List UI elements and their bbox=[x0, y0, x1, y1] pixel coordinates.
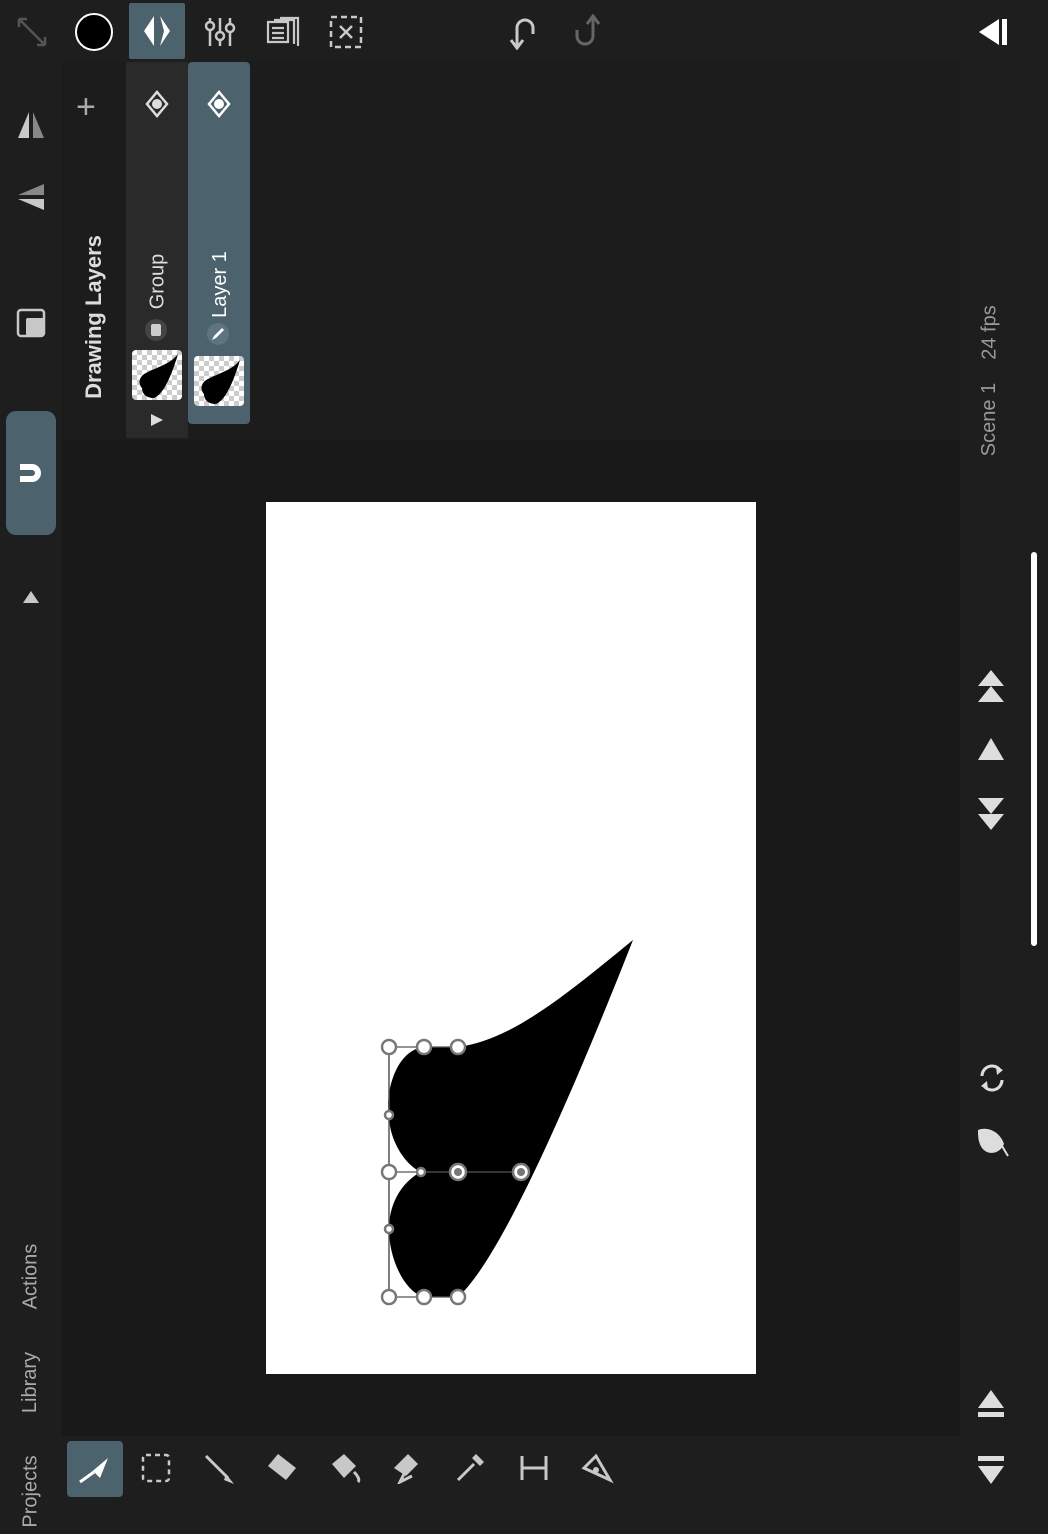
fill-tool[interactable] bbox=[328, 1450, 362, 1489]
visibility-icon bbox=[145, 90, 169, 118]
brush-tool[interactable] bbox=[202, 1452, 236, 1491]
flip-vertical-icon[interactable] bbox=[14, 180, 48, 219]
tab-library[interactable]: Library bbox=[0, 1344, 62, 1420]
bottom-toolbar bbox=[62, 1436, 960, 1500]
expand-group-icon bbox=[151, 414, 163, 426]
loop-icon[interactable] bbox=[976, 1062, 1008, 1099]
expand-tools-icon[interactable] bbox=[22, 590, 40, 609]
layer-row-layer-1[interactable]: Layer 1 bbox=[188, 62, 250, 424]
eraser-tool[interactable] bbox=[266, 1450, 300, 1489]
snap-magnet-button[interactable] bbox=[6, 411, 56, 535]
undo-icon[interactable] bbox=[496, 4, 552, 60]
flip-horizontal-icon[interactable] bbox=[14, 108, 48, 147]
smudge-icon bbox=[394, 1454, 418, 1486]
magnet-icon bbox=[20, 464, 41, 482]
layer-row-group[interactable]: Group bbox=[126, 62, 188, 438]
layers-panel: + Drawing Layers Group Layer 1 bbox=[62, 62, 960, 440]
tab-projects-label: Projects bbox=[19, 1454, 42, 1528]
collapse-panel-icon[interactable] bbox=[964, 4, 1020, 60]
transform-icon bbox=[79, 1458, 108, 1484]
left-toolbar: Actions Library Projects bbox=[0, 62, 62, 1527]
transform-tool[interactable] bbox=[67, 1441, 123, 1497]
eyedropper-tool[interactable] bbox=[454, 1450, 488, 1489]
layer-thumbnail-layer-1 bbox=[194, 356, 244, 406]
onion-skin-icon[interactable] bbox=[974, 1122, 1010, 1163]
layer-name-group: Group bbox=[146, 253, 169, 309]
smudge-tool[interactable] bbox=[390, 1450, 424, 1489]
layer-thumbnail-group bbox=[132, 350, 182, 400]
tab-actions[interactable]: Actions bbox=[0, 1238, 62, 1314]
drawing-layer-icon bbox=[207, 323, 229, 345]
clear-selection-icon[interactable] bbox=[318, 4, 374, 60]
tab-actions-label: Actions bbox=[19, 1243, 42, 1309]
expand-icon[interactable] bbox=[4, 4, 60, 60]
add-layer-button[interactable]: + bbox=[76, 88, 96, 127]
select-tool[interactable] bbox=[140, 1452, 172, 1489]
visibility-icon bbox=[207, 90, 231, 118]
fill-icon bbox=[332, 1454, 361, 1484]
layers-icon[interactable] bbox=[129, 3, 185, 59]
drawing-shape[interactable] bbox=[266, 502, 756, 1374]
layers-title: Drawing Layers bbox=[81, 235, 106, 399]
eyedropper-icon bbox=[456, 1454, 484, 1482]
ruler-icon bbox=[520, 1456, 548, 1480]
timeline-scrollbar[interactable] bbox=[1031, 552, 1037, 946]
last-frame-icon[interactable] bbox=[976, 794, 1006, 837]
select-icon bbox=[141, 1453, 171, 1483]
add-layer-label: + bbox=[76, 88, 96, 126]
prev-frame-icon[interactable] bbox=[976, 736, 1006, 767]
layer-name-layer-1: Layer 1 bbox=[208, 250, 231, 318]
ruler-tool[interactable] bbox=[518, 1452, 550, 1489]
timeline-down-icon[interactable] bbox=[976, 1454, 1006, 1491]
fps-label[interactable]: 24 fps bbox=[979, 305, 1002, 359]
group-type-icon bbox=[145, 319, 167, 341]
onion-icon[interactable] bbox=[254, 4, 310, 60]
timeline-up-icon[interactable] bbox=[976, 1388, 1006, 1425]
redo-icon[interactable] bbox=[558, 4, 614, 60]
color-swatch[interactable] bbox=[66, 4, 122, 60]
scene-label[interactable]: Scene 1 bbox=[979, 382, 1002, 455]
pen-tool[interactable] bbox=[580, 1450, 614, 1489]
adjust-icon[interactable] bbox=[192, 4, 248, 60]
pen-icon bbox=[581, 1453, 614, 1484]
tab-library-label: Library bbox=[19, 1351, 42, 1413]
top-toolbar bbox=[0, 0, 1048, 62]
eraser-icon bbox=[268, 1454, 296, 1480]
brush-icon bbox=[204, 1454, 234, 1484]
tab-projects[interactable]: Projects bbox=[0, 1448, 62, 1534]
first-frame-icon[interactable] bbox=[976, 668, 1006, 711]
